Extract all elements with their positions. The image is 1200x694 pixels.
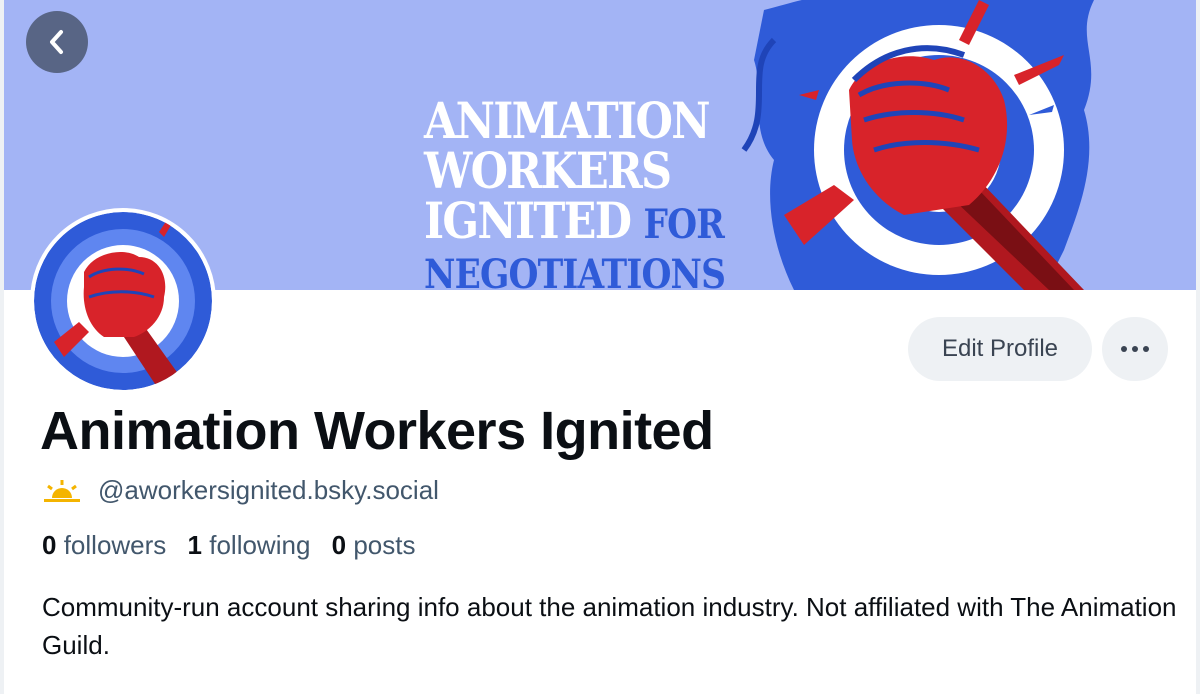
avatar[interactable]: [30, 208, 216, 394]
following-label: following: [209, 530, 311, 560]
profile-page: ANIMATION WORKERS IGNITED FOR NEGOTIATIO…: [0, 0, 1200, 694]
following-link[interactable]: 1 following: [188, 530, 311, 560]
profile-bio: Community-run account sharing info about…: [42, 592, 1177, 660]
profile-display-name: Animation Workers Ignited: [40, 401, 714, 461]
banner-title: ANIMATION WORKERS IGNITED FOR NEGOTIATIO…: [424, 91, 726, 291]
banner-title-line: WORKERS: [424, 141, 672, 200]
profile-stats: 0 followers 1 following 0 posts: [42, 530, 430, 561]
avatar-image: [34, 212, 212, 390]
banner-title-line: IGNITED FOR: [424, 196, 725, 250]
back-button[interactable]: [26, 11, 88, 73]
banner-title-word: FOR: [643, 201, 725, 248]
following-count: 1: [187, 530, 202, 560]
edit-profile-button[interactable]: Edit Profile: [908, 317, 1092, 381]
followers-label: followers: [63, 530, 167, 560]
followers-count: 0: [42, 530, 57, 560]
banner-title-line: ANIMATION: [424, 91, 711, 150]
sun-icon: [44, 479, 80, 502]
posts-label: posts: [353, 530, 416, 560]
ellipsis-icon: [1121, 346, 1149, 352]
posts-stat: 0 posts: [332, 530, 416, 560]
handle-row: @aworkersignited.bsky.social: [42, 475, 439, 506]
banner-title-line: NEGOTIATIONS: [424, 251, 726, 290]
more-options-button[interactable]: [1102, 317, 1168, 381]
posts-count: 0: [331, 530, 347, 560]
profile-handle: @aworkersignited.bsky.social: [98, 475, 439, 505]
chevron-left-icon: [50, 30, 63, 54]
banner-title-word: IGNITED: [424, 191, 632, 250]
followers-link[interactable]: 0 followers: [42, 530, 166, 560]
